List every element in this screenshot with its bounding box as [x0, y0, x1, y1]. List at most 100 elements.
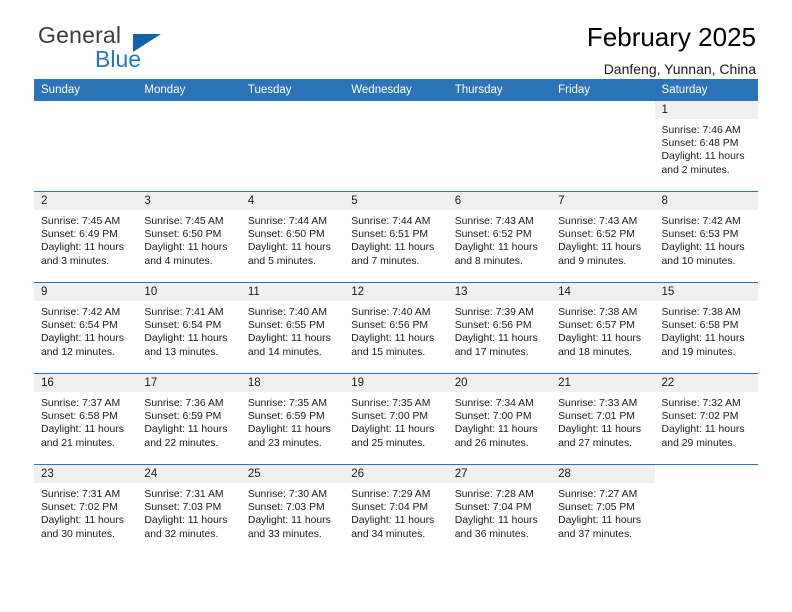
- calendar-cell: 6 Sunrise: 7:43 AM Sunset: 6:52 PM Daylight…: [447, 191, 552, 283]
- sunset-text: Sunset: 6:49 PM: [41, 229, 118, 241]
- day-number: 17: [137, 374, 241, 392]
- daylight-text-line1: Daylight: 11 hours: [661, 151, 745, 163]
- calendar-day-11[interactable]: 11 Sunrise: 7:40 AM Sunset: 6:55 PM Dayligh…: [240, 283, 345, 373]
- sunrise-text: Sunrise: 7:27 AM: [558, 489, 638, 500]
- calendar-page: General Blue February 2025 Danfeng, Yunn…: [0, 0, 792, 612]
- calendar-day-12[interactable]: 12 Sunrise: 7:40 AM Sunset: 6:56 PM Dayligh…: [344, 283, 448, 373]
- day-sun-info: Sunrise: 7:40 AM Sunset: 6:56 PM Daylight:…: [344, 301, 447, 359]
- weekday-header-thursday: Thursday: [447, 79, 552, 101]
- calendar-header-row: Sunday Monday Tuesday Wednesday Thursday Frid…: [34, 79, 758, 101]
- daylight-text-line1: Daylight: 11 hours: [144, 242, 228, 254]
- daylight-text-line1: Daylight: 11 hours: [247, 424, 331, 436]
- calendar-day-1[interactable]: 1 Sunrise: 7:46 AM Sunset: 6:48 PM Daylight…: [654, 101, 758, 191]
- calendar-day-3[interactable]: 3 Sunrise: 7:45 AM Sunset: 6:50 PM Daylight…: [137, 192, 241, 282]
- calendar-day-8[interactable]: 8 Sunrise: 7:42 AM Sunset: 6:53 PM Daylight…: [654, 192, 758, 282]
- sunrise-text: Sunrise: 7:41 AM: [144, 307, 224, 318]
- calendar-week-row: 23 Sunrise: 7:31 AM Sunset: 7:02 PM Dayligh…: [34, 464, 758, 555]
- calendar-cell: 12 Sunrise: 7:40 AM Sunset: 6:56 PM Dayligh…: [344, 282, 448, 374]
- calendar-week-row: 2 Sunrise: 7:45 AM Sunset: 6:49 PM Daylight…: [34, 191, 758, 283]
- daylight-text-line2: and 12 minutes.: [41, 346, 115, 358]
- calendar-cell: [240, 101, 345, 192]
- day-number: 12: [344, 283, 448, 301]
- calendar-day-4[interactable]: 4 Sunrise: 7:44 AM Sunset: 6:50 PM Daylight…: [240, 192, 345, 282]
- sunset-text: Sunset: 6:52 PM: [454, 229, 532, 241]
- sunset-text: Sunset: 6:55 PM: [247, 320, 325, 332]
- calendar-day-14[interactable]: 14 Sunrise: 7:38 AM Sunset: 6:57 PM Dayligh…: [551, 283, 655, 373]
- sunset-text: Sunset: 7:03 PM: [144, 502, 222, 514]
- daylight-text-line1: Daylight: 11 hours: [454, 515, 538, 527]
- calendar-cell: 16 Sunrise: 7:37 AM Sunset: 6:58 PM Dayligh…: [34, 373, 138, 465]
- daylight-text-line2: and 34 minutes.: [351, 528, 426, 540]
- calendar-day-7[interactable]: 7 Sunrise: 7:43 AM Sunset: 6:52 PM Daylight…: [551, 192, 655, 282]
- day-number: 19: [344, 374, 448, 392]
- day-sun-info: Sunrise: 7:32 AM Sunset: 7:02 PM Daylight:…: [655, 392, 758, 450]
- sunrise-text: Sunrise: 7:44 AM: [247, 216, 327, 227]
- daylight-text-line1: Daylight: 11 hours: [351, 333, 435, 345]
- day-sun-info: Sunrise: 7:42 AM Sunset: 6:54 PM Daylight:…: [34, 301, 137, 359]
- sunset-text: Sunset: 6:52 PM: [558, 229, 635, 241]
- day-sun-info: Sunrise: 7:45 AM Sunset: 6:49 PM Daylight:…: [34, 210, 137, 268]
- calendar-day-5[interactable]: 5 Sunrise: 7:44 AM Sunset: 6:51 PM Daylight…: [344, 192, 448, 282]
- calendar-day-10[interactable]: 10 Sunrise: 7:41 AM Sunset: 6:54 PM Dayligh…: [137, 283, 241, 373]
- day-number: 11: [240, 283, 345, 301]
- calendar-day-13[interactable]: 13 Sunrise: 7:39 AM Sunset: 6:56 PM Dayligh…: [447, 283, 552, 373]
- calendar-day-20[interactable]: 20 Sunrise: 7:34 AM Sunset: 7:00 PM Dayligh…: [447, 374, 552, 464]
- daylight-text-line1: Daylight: 11 hours: [41, 333, 124, 345]
- sunset-text: Sunset: 6:51 PM: [351, 229, 429, 241]
- calendar-day-25[interactable]: 25 Sunrise: 7:30 AM Sunset: 7:03 PM Dayligh…: [240, 465, 345, 555]
- daylight-text-line1: Daylight: 11 hours: [247, 333, 331, 345]
- calendar-cell: 25 Sunrise: 7:30 AM Sunset: 7:03 PM Dayligh…: [240, 464, 345, 555]
- calendar-day-6[interactable]: 6 Sunrise: 7:43 AM Sunset: 6:52 PM Daylight…: [447, 192, 552, 282]
- sunset-text: Sunset: 6:59 PM: [247, 411, 325, 423]
- calendar-day-22[interactable]: 22 Sunrise: 7:32 AM Sunset: 7:02 PM Dayligh…: [654, 374, 758, 464]
- sunrise-text: Sunrise: 7:42 AM: [661, 216, 741, 227]
- calendar-cell: 5 Sunrise: 7:44 AM Sunset: 6:51 PM Daylight…: [344, 191, 448, 283]
- calendar-day-18[interactable]: 18 Sunrise: 7:35 AM Sunset: 6:59 PM Dayligh…: [240, 374, 345, 464]
- sunset-text: Sunset: 7:05 PM: [558, 502, 635, 514]
- day-sun-info: Sunrise: 7:43 AM Sunset: 6:52 PM Daylight:…: [448, 210, 551, 268]
- calendar-day-16[interactable]: 16 Sunrise: 7:37 AM Sunset: 6:58 PM Dayligh…: [34, 374, 138, 464]
- calendar-cell: [344, 101, 448, 192]
- calendar-day-2[interactable]: 2 Sunrise: 7:45 AM Sunset: 6:49 PM Daylight…: [34, 192, 138, 282]
- sunrise-text: Sunrise: 7:45 AM: [144, 216, 224, 227]
- sunset-text: Sunset: 6:50 PM: [247, 229, 325, 241]
- calendar-day-17[interactable]: 17 Sunrise: 7:36 AM Sunset: 6:59 PM Dayligh…: [137, 374, 241, 464]
- calendar-cell: 22 Sunrise: 7:32 AM Sunset: 7:02 PM Dayligh…: [654, 373, 758, 465]
- calendar-cell: 2 Sunrise: 7:45 AM Sunset: 6:49 PM Daylight…: [34, 191, 138, 283]
- calendar-cell: 13 Sunrise: 7:39 AM Sunset: 6:56 PM Dayligh…: [447, 282, 552, 374]
- calendar-day-19[interactable]: 19 Sunrise: 7:35 AM Sunset: 7:00 PM Dayligh…: [344, 374, 448, 464]
- daylight-text-line2: and 18 minutes.: [558, 346, 633, 358]
- sunrise-text: Sunrise: 7:45 AM: [41, 216, 121, 227]
- calendar-day-9[interactable]: 9 Sunrise: 7:42 AM Sunset: 6:54 PM Daylight…: [34, 283, 138, 373]
- sunset-text: Sunset: 7:01 PM: [558, 411, 635, 423]
- calendar-cell: [551, 101, 655, 192]
- calendar-cell: 4 Sunrise: 7:44 AM Sunset: 6:50 PM Daylight…: [240, 191, 345, 283]
- daylight-text-line1: Daylight: 11 hours: [558, 515, 642, 527]
- daylight-text-line1: Daylight: 11 hours: [454, 333, 538, 345]
- general-blue-logo[interactable]: General Blue: [34, 24, 214, 76]
- calendar-day-15[interactable]: 15 Sunrise: 7:38 AM Sunset: 6:58 PM Dayligh…: [654, 283, 758, 373]
- calendar-day-26[interactable]: 26 Sunrise: 7:29 AM Sunset: 7:04 PM Dayligh…: [344, 465, 448, 555]
- day-sun-info: Sunrise: 7:42 AM Sunset: 6:53 PM Daylight:…: [655, 210, 758, 268]
- day-number: 4: [240, 192, 345, 210]
- page-title: February 2025: [586, 22, 756, 52]
- calendar-day-28[interactable]: 28 Sunrise: 7:27 AM Sunset: 7:05 PM Dayligh…: [551, 465, 655, 555]
- day-number: 18: [240, 374, 345, 392]
- daylight-text-line1: Daylight: 11 hours: [454, 424, 538, 436]
- calendar-day-27[interactable]: 27 Sunrise: 7:28 AM Sunset: 7:04 PM Dayligh…: [447, 465, 552, 555]
- calendar-cell: 21 Sunrise: 7:33 AM Sunset: 7:01 PM Dayligh…: [551, 373, 655, 465]
- calendar-cell: 28 Sunrise: 7:27 AM Sunset: 7:05 PM Dayligh…: [551, 464, 655, 555]
- calendar-cell: 19 Sunrise: 7:35 AM Sunset: 7:00 PM Dayligh…: [344, 373, 448, 465]
- calendar-day-23[interactable]: 23 Sunrise: 7:31 AM Sunset: 7:02 PM Dayligh…: [34, 465, 138, 555]
- calendar-week-row: 9 Sunrise: 7:42 AM Sunset: 6:54 PM Daylight…: [34, 282, 758, 374]
- sunrise-text: Sunrise: 7:43 AM: [454, 216, 534, 227]
- day-number: 10: [137, 283, 241, 301]
- day-number: 25: [240, 465, 345, 483]
- day-number: 2: [34, 192, 138, 210]
- day-sun-info: Sunrise: 7:44 AM Sunset: 6:50 PM Daylight:…: [241, 210, 344, 268]
- calendar-day-24[interactable]: 24 Sunrise: 7:31 AM Sunset: 7:03 PM Dayligh…: [137, 465, 241, 555]
- sunrise-text: Sunrise: 7:33 AM: [558, 398, 638, 409]
- sunrise-text: Sunrise: 7:34 AM: [454, 398, 534, 409]
- sunrise-text: Sunrise: 7:32 AM: [661, 398, 741, 409]
- calendar-day-21[interactable]: 21 Sunrise: 7:33 AM Sunset: 7:01 PM Dayligh…: [551, 374, 655, 464]
